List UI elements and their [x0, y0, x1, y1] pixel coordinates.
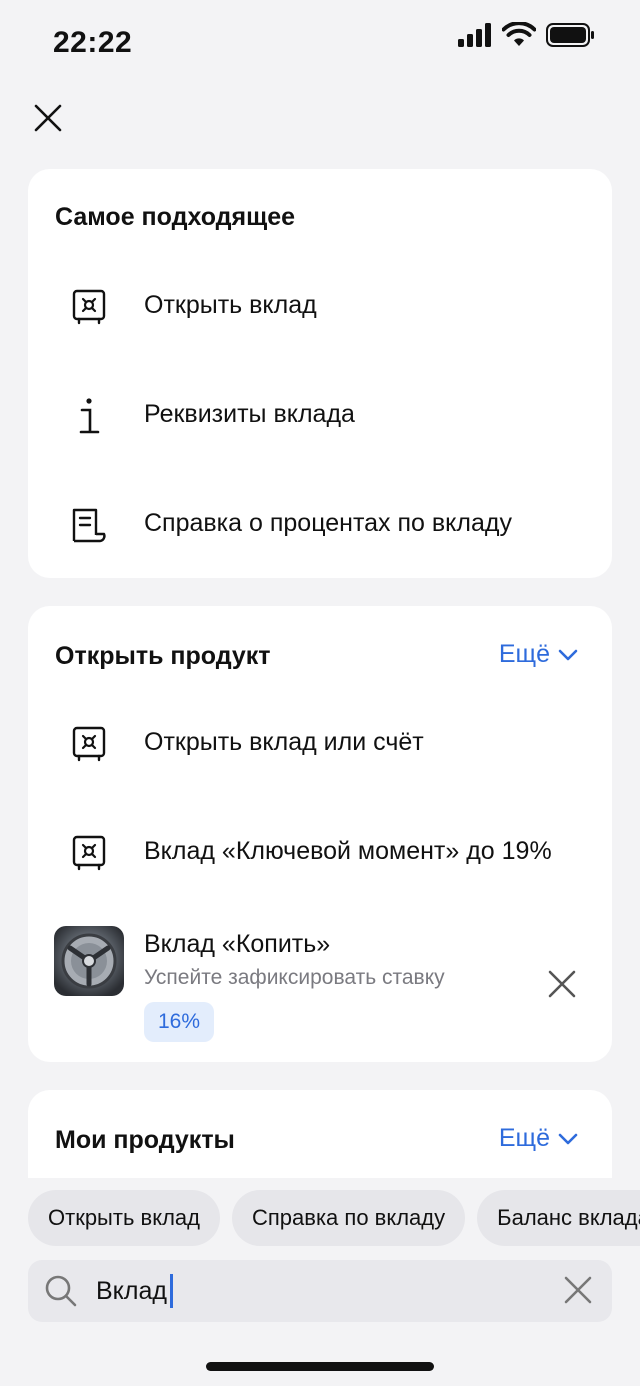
promo-title: Вклад «Копить» [144, 930, 331, 958]
dismiss-promo-button[interactable] [542, 964, 582, 1004]
document-icon [70, 505, 108, 545]
status-icons [458, 22, 596, 48]
chip-deposit-balance[interactable]: Баланс вклада [477, 1190, 640, 1246]
section-title: Мои продукты [55, 1126, 235, 1154]
status-bar: 22:22 [0, 0, 640, 80]
suggestion-interest-statement[interactable]: Справка о процентах по вкладу [28, 485, 612, 565]
open-product-card: Открыть продукт Ещё Открыть вклад или сч… [28, 606, 612, 1062]
best-match-card: Самое подходящее Открыть вклад Реквизиты… [28, 169, 612, 578]
close-icon [34, 104, 62, 132]
safe-icon [70, 833, 108, 873]
signal-icon [458, 23, 491, 47]
product-open-deposit-or-account[interactable]: Открыть вклад или счёт [28, 704, 612, 784]
section-title: Самое подходящее [55, 203, 296, 231]
vault-image [54, 926, 124, 996]
suggestion-label: Открыть вклад [144, 291, 317, 319]
text-caret [169, 1274, 173, 1308]
search-icon [45, 1275, 77, 1307]
product-label: Открыть вклад или счёт [144, 728, 424, 756]
close-icon [548, 970, 576, 998]
product-label: Вклад «Ключевой момент» до 19% [144, 837, 552, 865]
wifi-icon [502, 22, 536, 46]
suggestion-label: Реквизиты вклада [144, 400, 355, 428]
more-label: Ещё [498, 1124, 550, 1152]
chip-deposit-statement[interactable]: Справка по вкладу [231, 1190, 466, 1246]
suggestion-chips: Открыть вклад Справка по вкладу Баланс в… [28, 1190, 640, 1246]
rate-badge: 16% [144, 1002, 215, 1042]
safe-icon [70, 724, 108, 764]
chip-open-deposit[interactable]: Открыть вклад [28, 1190, 220, 1246]
close-button[interactable] [26, 96, 70, 140]
info-icon [70, 396, 108, 436]
safe-icon [70, 287, 108, 327]
clear-search-icon[interactable] [562, 1274, 594, 1306]
more-button[interactable]: Ещё [499, 1124, 578, 1153]
promo-subtitle: Успейте зафиксировать ставку [144, 966, 445, 989]
suggestion-deposit-details[interactable]: Реквизиты вклада [28, 376, 612, 456]
search-bar[interactable]: Вклад [28, 1260, 612, 1322]
more-label: Ещё [498, 640, 550, 668]
home-indicator [206, 1362, 434, 1371]
search-value: Вклад [96, 1276, 167, 1305]
suggestion-open-deposit[interactable]: Открыть вклад [28, 267, 612, 347]
suggestion-label: Справка о процентах по вкладу [144, 509, 512, 537]
chevron-down-icon [558, 1133, 578, 1144]
section-title: Открыть продукт [55, 642, 271, 670]
product-key-moment-deposit[interactable]: Вклад «Ключевой момент» до 19% [28, 813, 612, 893]
chevron-down-icon [558, 649, 578, 660]
search-input[interactable]: Вклад [96, 1260, 173, 1322]
battery-icon [546, 23, 594, 47]
more-button[interactable]: Ещё [499, 640, 578, 669]
status-time: 22:22 [53, 26, 133, 59]
